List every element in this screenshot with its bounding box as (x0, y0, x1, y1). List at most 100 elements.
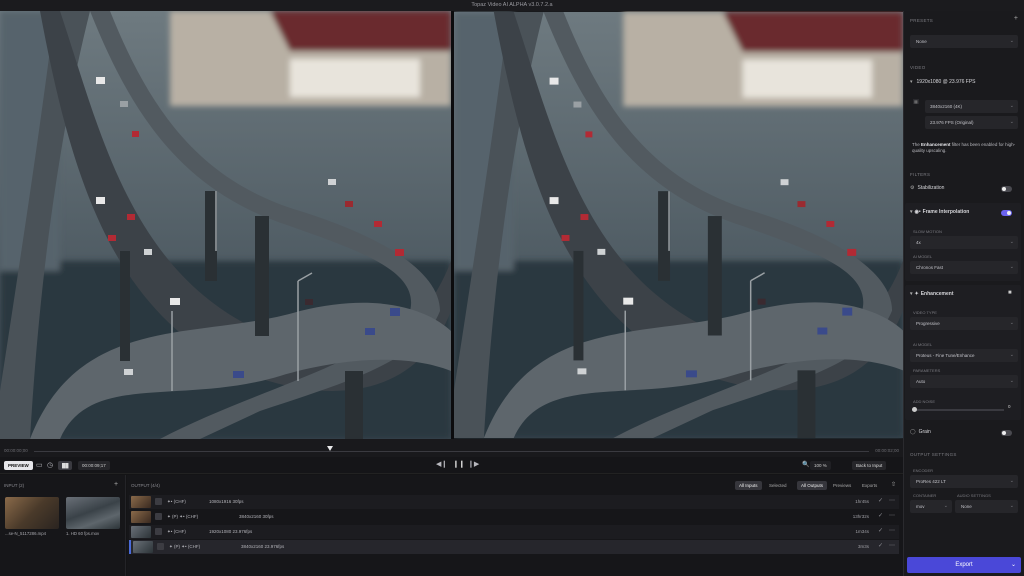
done-check-icon: ✓ (877, 498, 883, 504)
next-frame-icon[interactable]: ❙▶ (468, 460, 479, 470)
presets-section-label: PRESETS (910, 18, 934, 23)
frame-interpolation-toggle[interactable] (1001, 210, 1012, 216)
chevron-down-icon: ⌄ (1009, 38, 1014, 44)
output-duration: 13hr32s (852, 514, 869, 519)
filter-exports[interactable]: Exports (858, 481, 881, 490)
encoder-select[interactable]: ProRes 422 LT ⌄ (910, 475, 1018, 488)
chevron-down-icon: ⌄ (1009, 103, 1014, 109)
zoom-select[interactable]: 100 % (810, 461, 831, 470)
resolution-select[interactable]: 3840x2160 (4K) ⌄ (925, 100, 1018, 113)
zoom-icon: 🔍 (802, 462, 810, 468)
output-row[interactable]: ✦ (P) ✦• (CHF) 3840x2160 30fps 13hr32s ✓… (129, 510, 899, 524)
fi-model-value: Chronos Fast (916, 265, 944, 270)
timeline-scrubber[interactable]: 00:00:00;00 00:00:02;00 (0, 439, 903, 457)
preview-button[interactable]: PREVIEW (4, 461, 33, 470)
enh-ai-model-select[interactable]: Proteus - Fine Tune/Enhance ⌄ (910, 349, 1018, 362)
output-spec: 1080x1916 30fps (209, 499, 244, 504)
filter-selected[interactable]: Selected (765, 481, 791, 490)
preview-original-viewer[interactable] (0, 11, 451, 439)
split-view-icon[interactable]: ▭ (36, 461, 43, 471)
audio-settings-select[interactable]: None ⌄ (955, 500, 1018, 513)
input-thumbnail[interactable] (5, 497, 59, 529)
highway-scene-image (454, 11, 903, 439)
output-row[interactable]: ✦• (CHF) 1080x1916 30fps 1hr45s ✓ ⋯ (129, 495, 899, 509)
output-row[interactable]: ✦• (CHF) 1920x1080 23.976fps 1m34s ✓ ⋯ (129, 525, 899, 539)
add-preset-icon[interactable]: + (1014, 15, 1018, 22)
input-thumbnail[interactable] (66, 497, 120, 529)
video-summary-row[interactable]: ▾ 1920x1080 @ 23.976 FPS (910, 75, 1018, 89)
more-options-icon[interactable]: ⋯ (889, 497, 895, 504)
preset-select[interactable]: None ⌄ (910, 35, 1018, 48)
filter-enhancement[interactable]: ▾ ✦ Enhancement (910, 291, 1018, 297)
slider-handle[interactable] (912, 407, 917, 412)
lock-icon: ■ (1008, 290, 1012, 296)
play-output-icon[interactable] (155, 513, 162, 520)
note-bold: Enhancement (921, 142, 951, 147)
parameters-select[interactable]: Auto ⌄ (910, 375, 1018, 388)
collapse-arrow-icon: ▾ (910, 209, 913, 215)
done-check-icon: ✓ (877, 543, 883, 549)
video-type-select[interactable]: Progressive ⌄ (910, 317, 1018, 330)
highway-scene-image (0, 11, 451, 439)
slow-motion-select[interactable]: 4x ⌄ (910, 236, 1018, 249)
fps-value: 23.976 FPS (Original) (930, 120, 974, 125)
filter-all-outputs[interactable]: All Outputs (797, 481, 828, 490)
grain-toggle[interactable] (1001, 430, 1012, 436)
more-options-icon[interactable]: ⋯ (889, 542, 895, 549)
more-options-icon[interactable]: ⋯ (889, 527, 895, 534)
stabilization-toggle[interactable] (1001, 186, 1012, 192)
playhead-marker[interactable] (327, 446, 333, 451)
add-input-icon[interactable]: + (114, 481, 118, 488)
export-label: Export (955, 562, 973, 568)
fps-select[interactable]: 23.976 FPS (Original) ⌄ (925, 116, 1018, 129)
output-spec: 1920x1080 23.976fps (209, 529, 253, 534)
output-thumbnail (131, 526, 151, 538)
filter-previews[interactable]: Previews (829, 481, 855, 490)
side-by-side-icon[interactable]: ◷ (47, 461, 53, 471)
output-tags: ✦ (P) ✦• (CHF) (167, 514, 199, 519)
filter-all-inputs[interactable]: All Inputs (735, 481, 762, 490)
add-noise-slider[interactable] (912, 407, 1004, 413)
chevron-down-icon: ⌄ (1009, 119, 1014, 125)
stabilization-icon: ⚙ (910, 185, 915, 191)
previous-frame-icon[interactable]: ◀❙ (436, 460, 447, 470)
compare-mode-button[interactable]: ██ (58, 461, 73, 470)
container-label: CONTAINER (913, 493, 937, 498)
collapse-arrow-icon: ▾ (910, 291, 913, 297)
preview-output-viewer[interactable] (454, 11, 903, 439)
chevron-down-icon: ⌄ (1009, 239, 1014, 245)
output-tags: ✦• (CHF) (167, 529, 186, 534)
chevron-down-icon: ⌄ (1009, 320, 1014, 326)
input-panel-header: INPUT (2) (4, 483, 25, 488)
slider-track (912, 409, 1004, 411)
ai-model-label: AI MODEL (913, 254, 933, 259)
chevron-down-icon: ⌄ (1009, 478, 1014, 484)
enh-model-value: Proteus - Fine Tune/Enhance (916, 353, 975, 358)
play-output-icon[interactable] (155, 528, 162, 535)
chevron-down-icon[interactable]: ⌄ (1011, 557, 1016, 573)
play-output-icon[interactable] (155, 498, 162, 505)
audio-settings-label: AUDIO SETTINGS (957, 493, 991, 498)
export-all-icon[interactable]: ⇧ (891, 481, 896, 488)
output-duration: 1m34s (855, 529, 869, 534)
output-panel: OUTPUT (4/4) All Inputs Selected All Out… (127, 475, 903, 576)
preset-value: None (916, 39, 927, 44)
toggle-knob (1007, 211, 1011, 215)
play-output-icon[interactable] (157, 543, 164, 550)
parameters-label: PARAMETERS (913, 368, 941, 373)
timeline-end-time: 00:00:02;00 (875, 448, 899, 453)
output-row-selected[interactable]: ✦ (P) ✦• (CHF) 3840x2160 23.976fps 3m3s … (129, 540, 899, 554)
container-select[interactable]: mov ⌄ (910, 500, 952, 513)
resolution-icon: ▦ (913, 99, 919, 104)
toggle-knob (1002, 431, 1006, 435)
pause-icon[interactable]: ❙❙ (453, 460, 465, 470)
export-button[interactable]: Export ⌄ (907, 557, 1021, 573)
add-noise-label: ADD NOISE (913, 399, 936, 404)
output-panel-header: OUTPUT (4/4) (131, 483, 160, 488)
output-spec: 3840x2160 30fps (239, 514, 274, 519)
timeline-track[interactable] (34, 451, 869, 452)
enhancement-icon: ✦ (914, 291, 919, 297)
back-to-input-button[interactable]: Back to Input (852, 461, 887, 470)
fi-ai-model-select[interactable]: Chronos Fast ⌄ (910, 261, 1018, 274)
more-options-icon[interactable]: ⋯ (889, 512, 895, 519)
